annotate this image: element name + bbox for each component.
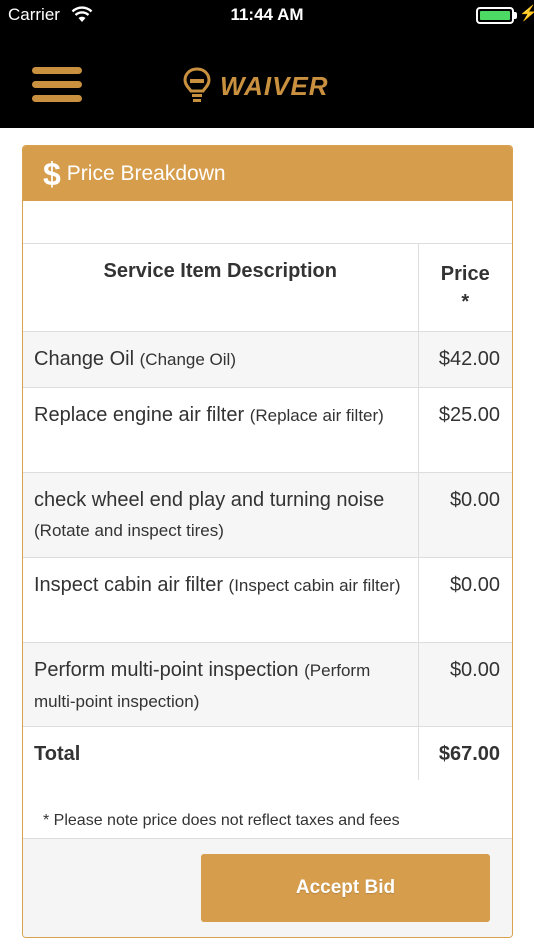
card-title: Price Breakdown: [66, 161, 226, 185]
total-value: $67.00: [417, 726, 512, 780]
service-name: Inspect cabin air filter: [34, 573, 223, 596]
column-header-price: Price *: [417, 244, 512, 332]
service-name: Change Oil: [34, 347, 135, 370]
service-detail: (Replace air filter): [249, 405, 384, 425]
table-row: Inspect cabin air filter (Inspect cabin …: [23, 557, 512, 643]
table-row: Perform multi-point inspection (Perform …: [23, 642, 512, 727]
app-logo: WAIVER: [182, 66, 329, 106]
bolt-icon: ⚡: [519, 5, 534, 22]
battery-nub: [514, 12, 517, 19]
app-header: WAIVER: [0, 30, 534, 128]
service-name: Replace engine air filter: [34, 403, 245, 426]
total-label: Total: [34, 742, 81, 765]
service-price: $0.00: [417, 642, 512, 727]
service-price: $0.00: [417, 472, 512, 558]
service-description: Inspect cabin air filter (Inspect cabin …: [23, 557, 418, 643]
service-description: check wheel end play and turning noise (…: [23, 472, 418, 558]
battery-icon: [476, 7, 514, 24]
table-header-row: Service Item Description Price *: [23, 244, 512, 332]
table-row: Replace engine air filter (Replace air f…: [23, 387, 512, 473]
service-description: Change Oil (Change Oil): [23, 331, 418, 388]
price-table: Service Item Description Price * Change …: [23, 244, 512, 780]
service-price: $0.00: [417, 557, 512, 643]
spacer-row: [23, 201, 512, 244]
status-bar: Carrier 11:44 AM ⚡: [0, 0, 534, 30]
hamburger-menu-icon[interactable]: [32, 67, 82, 105]
table-row: check wheel end play and turning noise (…: [23, 472, 512, 558]
column-header-description: Service Item Description: [23, 244, 418, 332]
price-header-label: Price: [440, 263, 490, 285]
service-detail: (Rotate and inspect tires): [34, 520, 224, 540]
lightbulb-logo-icon: [183, 67, 211, 102]
price-header-mark: *: [461, 291, 470, 313]
clock: 11:44 AM: [230, 5, 304, 24]
service-name: check wheel end play and turning noise: [34, 488, 385, 511]
card-footer: Accept Bid: [23, 838, 512, 937]
table-row: Change Oil (Change Oil) $42.00: [23, 331, 512, 388]
service-description: Replace engine air filter (Replace air f…: [23, 387, 418, 473]
service-detail: (Inspect cabin air filter): [228, 575, 401, 595]
accept-bid-button[interactable]: Accept Bid: [201, 854, 490, 922]
logo-text: WAIVER: [220, 70, 329, 101]
price-disclaimer: * Please note price does not reflect tax…: [43, 812, 400, 829]
service-description: Perform multi-point inspection (Perform …: [23, 642, 418, 727]
service-name: Perform multi-point inspection: [34, 658, 299, 681]
dollar-icon: $: [43, 155, 61, 192]
service-price: $25.00: [417, 387, 512, 473]
total-row: Total $67.00: [23, 726, 512, 780]
card-header: $ Price Breakdown: [23, 146, 512, 201]
price-breakdown-card: $ Price Breakdown Service Item Descripti…: [22, 145, 513, 938]
service-price: $42.00: [417, 331, 512, 388]
service-detail: (Change Oil): [139, 349, 236, 369]
